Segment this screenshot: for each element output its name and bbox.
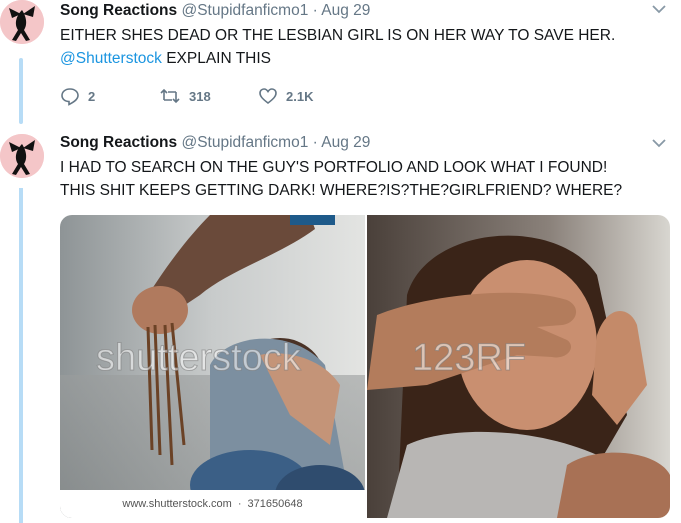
like-button[interactable]: 2.1K xyxy=(258,86,313,106)
reply-button[interactable]: 2 xyxy=(60,86,95,106)
chevron-down-icon[interactable] xyxy=(651,136,667,150)
thread-connector xyxy=(19,188,23,523)
reply-icon xyxy=(61,88,79,106)
media-photo-right[interactable]: 123RF xyxy=(367,215,670,518)
watermark-text: shutterstock xyxy=(96,337,302,380)
mention-link[interactable]: @Shutterstock xyxy=(60,50,162,67)
tweet-header: Song Reactions @Stupidfanficmo1 · Aug 29 xyxy=(60,134,370,152)
retweet-icon xyxy=(160,88,180,104)
tweet-header: Song Reactions @Stupidfanficmo1 · Aug 29 xyxy=(60,2,370,20)
author-name[interactable]: Song Reactions xyxy=(60,2,177,19)
tweet-date[interactable]: Aug 29 xyxy=(321,2,370,19)
tweet-text-line: EITHER SHES DEAD OR THE LESBIAN GIRL IS … xyxy=(60,27,616,44)
thread-connector xyxy=(19,58,23,124)
tweet-text-line: THIS SHIT KEEPS GETTING DARK! WHERE?IS?T… xyxy=(60,182,623,199)
separator: · xyxy=(312,2,318,19)
caption-id: 371650648 xyxy=(247,498,303,510)
tweet-date[interactable]: Aug 29 xyxy=(321,134,370,151)
tweet-text-line: I HAD TO SEARCH ON THE GUY'S PORTFOLIO A… xyxy=(60,159,608,176)
stock-caption: www.shutterstock.com · 371650648 xyxy=(60,490,365,518)
like-count: 2.1K xyxy=(286,88,314,104)
like-icon xyxy=(259,88,277,105)
caption-site: www.shutterstock.com xyxy=(122,498,232,510)
tweet-media[interactable]: shutterstock www.shutterstock.com · 3716… xyxy=(60,215,670,518)
tweet-text: EITHER SHES DEAD OR THE LESBIAN GIRL IS … xyxy=(60,24,615,70)
retweet-button[interactable]: 318 xyxy=(159,86,211,106)
avatar[interactable] xyxy=(0,134,44,178)
author-handle[interactable]: @Stupidfanficmo1 xyxy=(181,2,308,19)
watermark-text: 123RF xyxy=(411,337,527,380)
media-photo-left[interactable]: shutterstock www.shutterstock.com · 3716… xyxy=(60,215,365,518)
tweet-actions: 2 318 2.1K xyxy=(60,86,400,108)
separator: · xyxy=(312,134,318,151)
retweet-count: 318 xyxy=(189,88,211,104)
author-handle[interactable]: @Stupidfanficmo1 xyxy=(181,134,308,151)
reply-count: 2 xyxy=(88,88,96,104)
tweet-text-line: @Shutterstock EXPLAIN THIS xyxy=(60,47,615,70)
author-name[interactable]: Song Reactions xyxy=(60,134,177,151)
avatar[interactable] xyxy=(0,0,44,44)
chevron-down-icon[interactable] xyxy=(651,2,667,16)
ribbon-logo-icon xyxy=(0,0,44,44)
caption-separator: · xyxy=(237,498,242,510)
tweet-text: I HAD TO SEARCH ON THE GUY'S PORTFOLIO A… xyxy=(60,156,622,202)
tweet-text-rest: EXPLAIN THIS xyxy=(161,50,272,67)
ribbon-logo-icon xyxy=(0,134,44,178)
